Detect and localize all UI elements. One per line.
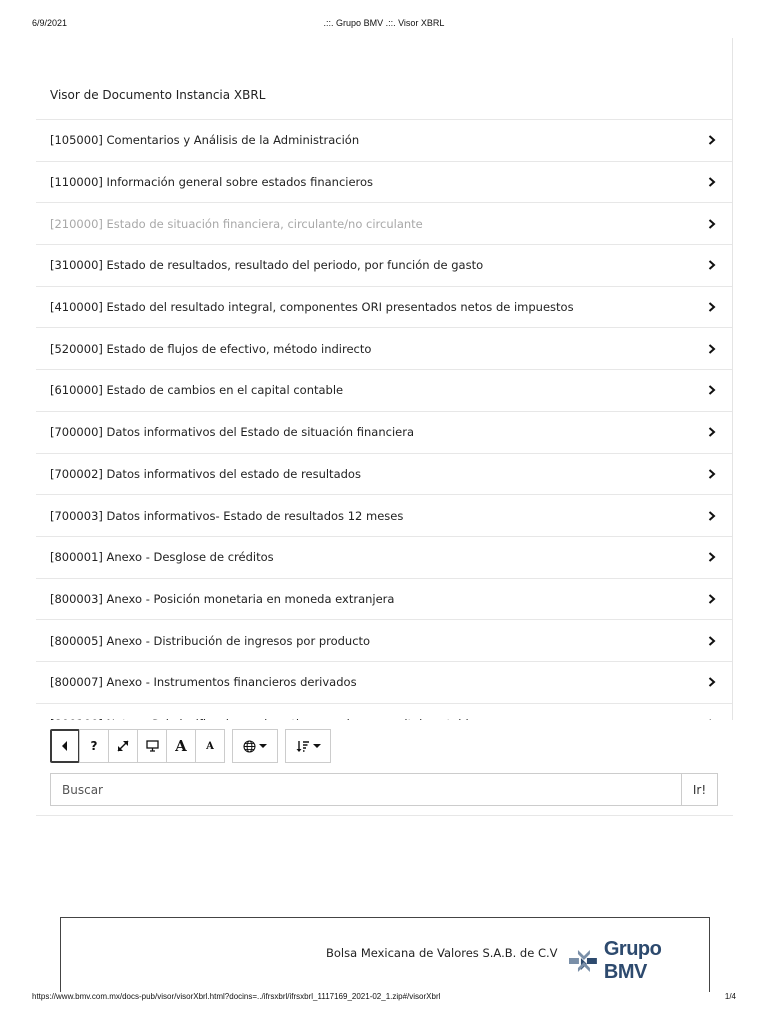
- chevron-right-icon: [706, 426, 718, 438]
- menu-item-label: [110000] Información general sobre estad…: [50, 175, 374, 190]
- chevron-right-icon: [706, 510, 718, 522]
- menu-item-label: [210000] Estado de situación financiera,…: [50, 216, 423, 231]
- menu-item-label: [310000] Estado de resultados, resultado…: [50, 258, 484, 273]
- footer-company-name: Bolsa Mexicana de Valores S.A.B. de C.V: [326, 946, 558, 960]
- menu-item[interactable]: [210000] Estado de situación financiera,…: [36, 203, 732, 246]
- font-decrease-button[interactable]: A: [195, 729, 225, 763]
- menu-item[interactable]: [610000] Estado de cambios en el capital…: [36, 370, 732, 412]
- font-small-icon: A: [206, 740, 214, 752]
- chevron-right-icon: [706, 718, 718, 720]
- menu-item[interactable]: [700002] Datos informativos del estado d…: [36, 454, 732, 496]
- menu-item[interactable]: [110000] Información general sobre estad…: [36, 162, 732, 204]
- menu-item[interactable]: [310000] Estado de resultados, resultado…: [36, 245, 732, 287]
- menu-item[interactable]: [410000] Estado del resultado integral, …: [36, 287, 732, 329]
- menu-item[interactable]: [800100] Notas - Subclasificaciones de a…: [36, 704, 732, 720]
- collapse-menu-button[interactable]: [50, 729, 80, 763]
- menu-item[interactable]: [800001] Anexo - Desglose de créditos: [36, 537, 732, 579]
- page-footer: Bolsa Mexicana de Valores S.A.B. de C.V …: [60, 917, 710, 992]
- print-footer: https://www.bmv.com.mx/docs-pub/visor/vi…: [32, 992, 736, 1006]
- menu-item[interactable]: [800007] Anexo - Instrumentos financiero…: [36, 662, 732, 704]
- print-header: 6/9/2021 .::. Grupo BMV .::. Visor XBRL: [32, 18, 736, 32]
- menu-item-label: [800100] Notas - Subclasificaciones de a…: [50, 717, 476, 720]
- menu-item-label: [800003] Anexo - Posición monetaria en m…: [50, 591, 395, 606]
- divider: [36, 815, 733, 816]
- fullscreen-button[interactable]: [108, 729, 138, 763]
- print-url: https://www.bmv.com.mx/docs-pub/visor/vi…: [32, 992, 441, 1001]
- chevron-right-icon: [706, 301, 718, 313]
- chevron-right-icon: [706, 259, 718, 271]
- menu-item-label: [610000] Estado de cambios en el capital…: [50, 383, 344, 398]
- menu-item-label: [800007] Anexo - Instrumentos financiero…: [50, 675, 357, 690]
- print-title: .::. Grupo BMV .::. Visor XBRL: [323, 18, 445, 28]
- viewer-title: Visor de Documento Instancia XBRL: [36, 38, 732, 120]
- chevron-right-icon: [706, 468, 718, 480]
- help-button[interactable]: ?: [79, 729, 109, 763]
- globe-icon: [243, 739, 256, 753]
- expand-icon: [117, 740, 129, 752]
- menu-item-label: [800001] Anexo - Desglose de créditos: [50, 550, 274, 565]
- menu-item[interactable]: [800005] Anexo - Distribución de ingreso…: [36, 620, 732, 662]
- menu-item[interactable]: [520000] Estado de flujos de efectivo, m…: [36, 328, 732, 371]
- monitor-icon: [145, 740, 159, 752]
- language-dropdown-button[interactable]: [232, 729, 278, 763]
- chevron-right-icon: [706, 551, 718, 563]
- section-menu-list: [105000] Comentarios y Análisis de la Ad…: [36, 120, 732, 720]
- sort-icon: [296, 740, 309, 752]
- chevron-right-icon: [706, 384, 718, 396]
- presentation-button[interactable]: [137, 729, 167, 763]
- menu-item-label: [700002] Datos informativos del estado d…: [50, 466, 361, 481]
- search-bar: Ir!: [50, 773, 718, 806]
- help-icon: ?: [90, 739, 98, 753]
- font-increase-button[interactable]: A: [166, 729, 196, 763]
- menu-item-label: [410000] Estado del resultado integral, …: [50, 300, 574, 315]
- chevron-right-icon: [706, 593, 718, 605]
- menu-item-label: [800005] Anexo - Distribución de ingreso…: [50, 633, 371, 648]
- menu-item[interactable]: [700003] Datos informativos- Estado de r…: [36, 495, 732, 537]
- bmv-logo-icon: [568, 950, 597, 972]
- menu-item-label: [520000] Estado de flujos de efectivo, m…: [50, 341, 372, 356]
- menu-item-label: [105000] Comentarios y Análisis de la Ad…: [50, 133, 360, 148]
- chevron-right-icon: [706, 676, 718, 688]
- chevron-right-icon: [706, 176, 718, 188]
- print-page-count: 1/4: [724, 992, 736, 1001]
- chevron-right-icon: [706, 343, 718, 355]
- logo-text: Grupo BMV: [603, 938, 662, 983]
- sort-dropdown-button[interactable]: [285, 729, 331, 763]
- font-large-icon: A: [175, 737, 187, 755]
- menu-item-label: [700003] Datos informativos- Estado de r…: [50, 508, 404, 523]
- menu-item[interactable]: [700000] Datos informativos del Estado d…: [36, 412, 732, 454]
- xbrl-viewer-panel: Visor de Documento Instancia XBRL [10500…: [36, 38, 733, 720]
- search-go-button[interactable]: Ir!: [681, 773, 718, 806]
- chevron-right-icon: [706, 635, 718, 647]
- viewer-toolbar: ? A A: [50, 729, 339, 763]
- menu-item-label: [700000] Datos informativos del Estado d…: [50, 425, 414, 440]
- caret-down-icon: [259, 744, 267, 748]
- grupo-bmv-logo: Grupo BMV: [567, 938, 709, 984]
- search-input[interactable]: [50, 773, 681, 806]
- chevron-right-icon: [706, 218, 718, 230]
- caret-left-icon: [62, 741, 67, 751]
- menu-item[interactable]: [105000] Comentarios y Análisis de la Ad…: [36, 120, 732, 162]
- caret-down-icon: [312, 744, 321, 748]
- chevron-right-icon: [706, 134, 718, 146]
- menu-item[interactable]: [800003] Anexo - Posición monetaria en m…: [36, 579, 732, 621]
